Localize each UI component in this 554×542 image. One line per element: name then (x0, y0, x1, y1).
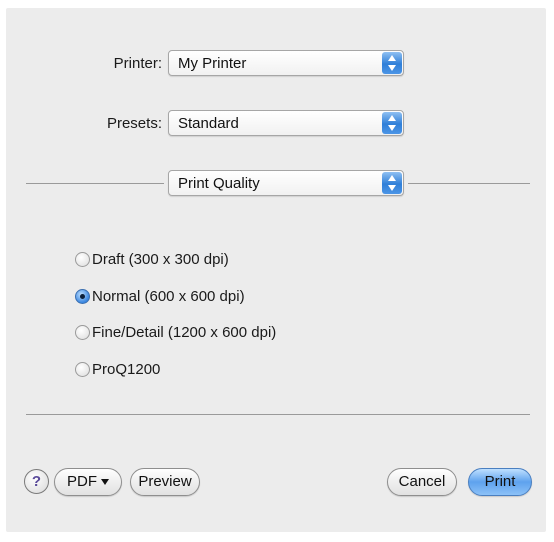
print-dialog: Printer: My Printer Presets: Standard Pr… (6, 8, 546, 532)
radio-button-icon[interactable] (75, 252, 90, 267)
preview-button[interactable]: Preview (130, 468, 200, 496)
section-divider-left (26, 183, 164, 184)
section-value: Print Quality (178, 175, 260, 192)
print-button[interactable]: Print (468, 468, 532, 496)
radio-button-icon[interactable] (75, 325, 90, 340)
radio-button-selected-icon[interactable] (75, 289, 90, 304)
pdf-button[interactable]: PDF (54, 468, 122, 496)
radio-label: Fine/Detail (1200 x 600 dpi) (92, 324, 277, 341)
chevron-down-icon (101, 479, 109, 486)
stepper-arrows-icon (382, 52, 402, 74)
help-button[interactable]: ? (24, 469, 49, 494)
section-divider-right (408, 183, 530, 184)
presets-label: Presets: (106, 115, 162, 132)
presets-popup[interactable]: Standard (168, 110, 404, 136)
radio-button-icon[interactable] (75, 362, 90, 377)
stepper-arrows-icon (382, 172, 402, 194)
section-popup[interactable]: Print Quality (168, 170, 404, 196)
printer-popup[interactable]: My Printer (168, 50, 404, 76)
pdf-button-label: PDF (67, 473, 97, 490)
cancel-button[interactable]: Cancel (387, 468, 457, 496)
presets-value: Standard (178, 115, 239, 132)
footer-divider (26, 414, 530, 415)
radio-label: ProQ1200 (92, 361, 161, 378)
radio-label: Draft (300 x 300 dpi) (92, 251, 229, 268)
stepper-arrows-icon (382, 112, 402, 134)
radio-label: Normal (600 x 600 dpi) (92, 288, 245, 305)
printer-value: My Printer (178, 55, 247, 72)
printer-label: Printer: (113, 55, 162, 72)
